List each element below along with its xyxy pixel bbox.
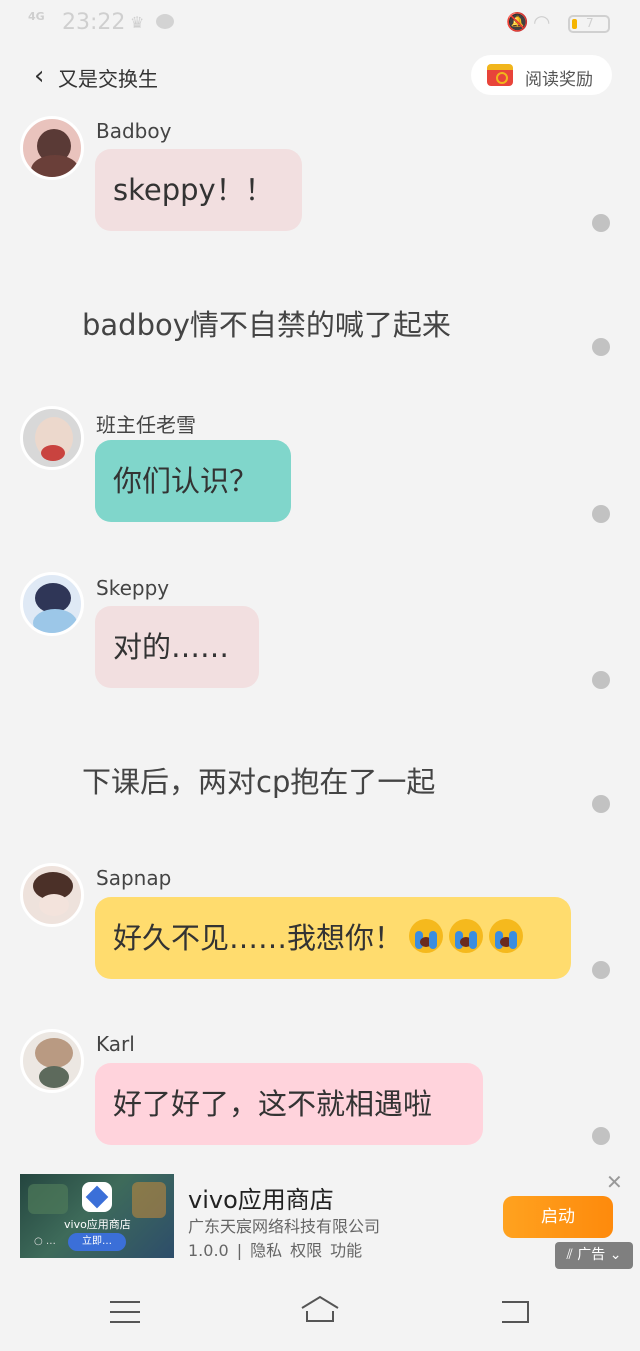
menu-icon[interactable] (110, 1301, 140, 1323)
ad-banner[interactable]: vivo应用商店 ○ … 立即… vivo应用商店 广东天宸网络科技有限公司 1… (0, 1166, 640, 1276)
message-bubble[interactable]: 对的…… (95, 606, 259, 688)
paragraph-comment-dot[interactable] (592, 795, 610, 813)
ad-features-link[interactable]: 功能 (330, 1241, 362, 1260)
app-store-logo-icon (82, 1182, 112, 1212)
signal-icon: 4G (28, 10, 45, 23)
paragraph-comment-dot[interactable] (592, 338, 610, 356)
message-bubble[interactable]: 好久不见……我想你！ (95, 897, 571, 979)
chat-header: ‹ 又是交换生 阅读奖励 (0, 55, 640, 99)
battery-level: 7 (586, 16, 594, 30)
home-icon[interactable] (298, 1294, 342, 1324)
avatar[interactable] (20, 1029, 84, 1093)
message-text: 好久不见……我想你！ (113, 921, 404, 955)
ad-privacy-link[interactable]: 隐私 (250, 1241, 282, 1260)
ad-tag-label: 广告 (577, 1247, 606, 1263)
loudly-crying-face-icon (489, 919, 524, 953)
ad-meta: 1.0.0 | 隐私 权限 功能 (188, 1237, 370, 1261)
ad-title[interactable]: vivo应用商店 (188, 1180, 334, 1215)
narration-text: badboy情不自禁的喊了起来 (82, 308, 451, 342)
sender-name: Sapnap (96, 866, 172, 890)
paragraph-comment-dot[interactable] (592, 505, 610, 523)
sender-name: Karl (96, 1032, 135, 1056)
ad-company: 广东天宸网络科技有限公司 (188, 1217, 381, 1236)
paragraph-comment-dot[interactable] (592, 671, 610, 689)
thumb-app-name: vivo应用商店 (64, 1218, 131, 1231)
message-bubble[interactable]: 你们认识？ (95, 440, 291, 522)
wifi-icon: ◠ (533, 10, 551, 34)
loudly-crying-face-icon (409, 919, 444, 953)
narration-text: 下课后，两对cp抱在了一起 (82, 765, 436, 799)
mute-icon: 🔕 (506, 12, 529, 33)
close-icon[interactable]: ✕ (606, 1170, 623, 1194)
treasure-chest-icon (487, 64, 513, 86)
avatar[interactable] (20, 863, 84, 927)
paragraph-comment-dot[interactable] (592, 1127, 610, 1145)
thumb-side-text: ○ … (34, 1236, 56, 1247)
message-bubble[interactable]: 好了好了，这不就相遇啦 (95, 1063, 483, 1145)
message-icon (156, 14, 174, 29)
chevron-down-icon: ⌄ (609, 1247, 622, 1263)
paragraph-comment-dot[interactable] (592, 961, 610, 979)
clock: 23:22 (62, 10, 126, 35)
reading-reward-button[interactable]: 阅读奖励 (471, 55, 612, 95)
thumb-install-button[interactable]: 立即… (68, 1233, 126, 1251)
paragraph-comment-dot[interactable] (592, 214, 610, 232)
crown-icon: ♛ (130, 13, 145, 32)
sender-name: Badboy (96, 119, 172, 143)
ad-logo-icon: ⫽ (566, 1247, 573, 1263)
ad-version: 1.0.0 (188, 1241, 229, 1260)
system-nav-bar (0, 1280, 640, 1351)
page-title: 又是交换生 (58, 67, 158, 91)
ad-thumbnail[interactable]: vivo应用商店 ○ … 立即… (20, 1174, 174, 1258)
sender-name: 班主任老雪 (96, 413, 196, 437)
avatar[interactable] (20, 116, 84, 180)
ad-permissions-link[interactable]: 权限 (290, 1241, 322, 1260)
reading-reward-label: 阅读奖励 (525, 70, 593, 90)
back-icon[interactable] (498, 1298, 532, 1326)
loudly-crying-face-icon (449, 919, 484, 953)
launch-button[interactable]: 启动 (503, 1196, 613, 1238)
status-bar: 4G 23:22 ♛ 🔕 ◠ 7 (0, 0, 640, 50)
sender-name: Skeppy (96, 576, 170, 600)
avatar[interactable] (20, 406, 84, 470)
message-bubble[interactable]: skeppy！！ (95, 149, 302, 231)
battery-icon: 7 (568, 15, 610, 33)
avatar[interactable] (20, 572, 84, 636)
chevron-left-icon[interactable]: ‹ (34, 61, 44, 91)
ad-tag[interactable]: ⫽ 广告 ⌄ (555, 1242, 633, 1269)
ad-separator: | (236, 1241, 243, 1260)
